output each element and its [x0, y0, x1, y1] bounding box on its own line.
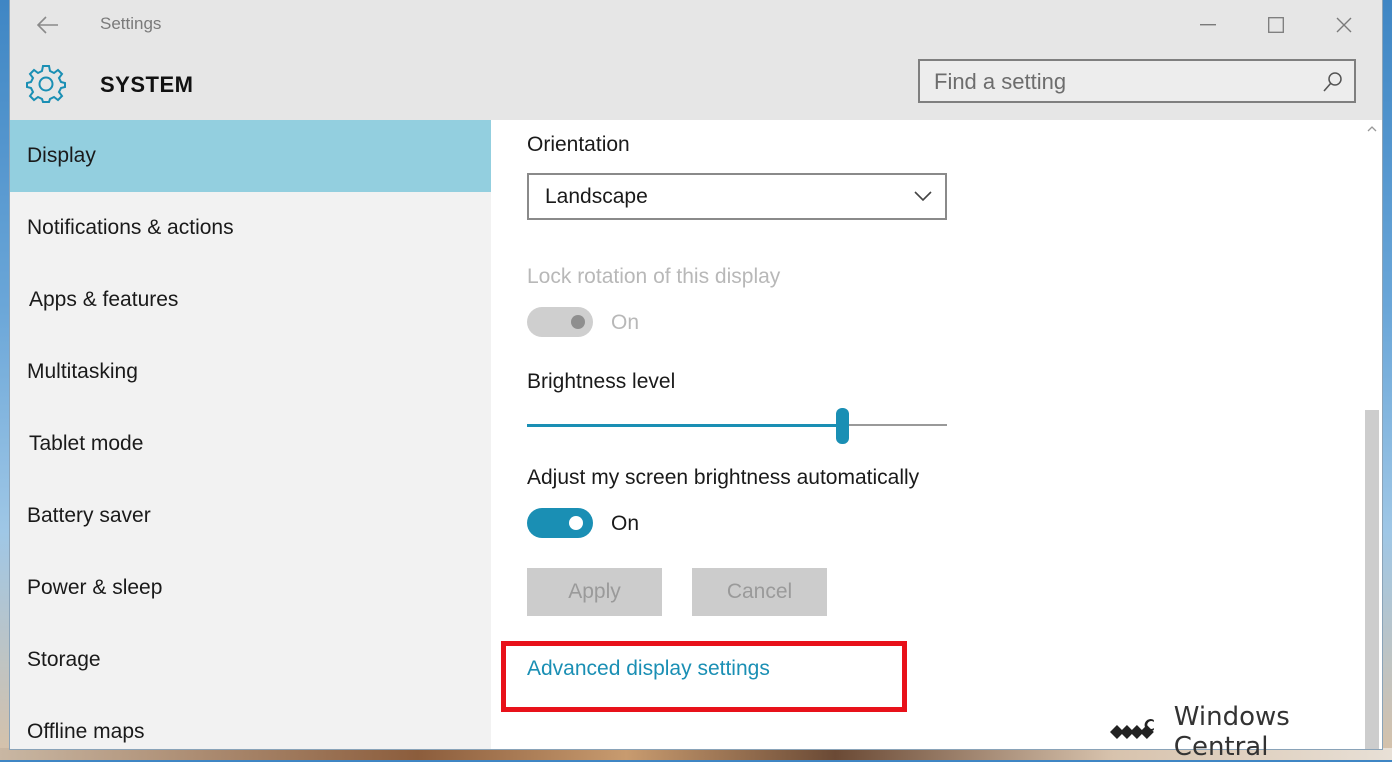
sidebar-item-offline-maps[interactable]: Offline maps	[10, 696, 491, 749]
auto-brightness-state: On	[611, 512, 640, 535]
windows-central-logo-icon	[1110, 719, 1154, 739]
sidebar-item-storage[interactable]: Storage	[10, 624, 491, 696]
sidebar-item-label: Multitasking	[27, 360, 138, 383]
back-button[interactable]	[30, 8, 66, 42]
minimize-icon	[1200, 24, 1216, 26]
toggle-knob	[569, 516, 583, 530]
back-arrow-icon	[37, 16, 58, 34]
watermark-text: Windows Central	[1173, 702, 1290, 762]
close-icon	[1336, 17, 1352, 33]
lock-rotation-label: Lock rotation of this display	[527, 265, 781, 288]
settings-window: Settings SYSTEM Find a setting Display N…	[10, 0, 1382, 749]
page-header: SYSTEM Find a setting	[10, 50, 1382, 120]
search-box[interactable]: Find a setting	[918, 59, 1356, 103]
lock-rotation-state: On	[611, 311, 640, 334]
scrollbar[interactable]	[1363, 120, 1382, 749]
sidebar-item-notifications[interactable]: Notifications & actions	[10, 192, 491, 264]
watermark: Windows Central	[1110, 702, 1392, 762]
lock-rotation-toggle[interactable]	[527, 307, 593, 337]
sidebar-item-label: Battery saver	[27, 504, 151, 527]
brightness-slider-thumb[interactable]	[836, 408, 849, 444]
auto-brightness-toggle[interactable]	[527, 508, 593, 538]
sidebar-item-display[interactable]: Display	[10, 120, 491, 192]
sidebar-item-apps-features[interactable]: Apps & features	[10, 264, 491, 336]
sidebar-item-label: Display	[27, 144, 96, 167]
cancel-button[interactable]: Cancel	[692, 568, 827, 616]
search-icon[interactable]	[1322, 71, 1344, 93]
brightness-slider-fill	[527, 424, 842, 427]
sidebar-item-tablet-mode[interactable]: Tablet mode	[10, 408, 491, 480]
brightness-slider-track[interactable]	[842, 424, 947, 426]
gear-icon	[26, 65, 66, 103]
advanced-display-settings-link[interactable]: Advanced display settings	[527, 657, 770, 681]
toggle-knob	[571, 315, 585, 329]
section-title: SYSTEM	[100, 72, 194, 97]
sidebar-item-label: Apps & features	[29, 288, 179, 311]
search-input[interactable]: Find a setting	[934, 69, 1066, 95]
auto-brightness-label: Adjust my screen brightness automaticall…	[527, 466, 920, 489]
orientation-label: Orientation	[527, 133, 630, 156]
sidebar-item-label: Storage	[27, 648, 101, 671]
sidebar-item-multitasking[interactable]: Multitasking	[10, 336, 491, 408]
sidebar: Display Notifications & actions Apps & f…	[10, 120, 491, 749]
display-settings-panel: Orientation Landscape Lock rotation of t…	[491, 120, 1363, 749]
window-title: Settings	[100, 14, 162, 33]
orientation-value: Landscape	[545, 185, 648, 208]
chevron-down-icon	[914, 191, 932, 202]
orientation-dropdown[interactable]: Landscape	[527, 173, 947, 220]
sidebar-item-power-sleep[interactable]: Power & sleep	[10, 552, 491, 624]
minimize-button[interactable]	[1174, 0, 1242, 50]
brightness-label: Brightness level	[527, 370, 676, 393]
scroll-up-icon[interactable]	[1367, 124, 1377, 134]
sidebar-item-battery-saver[interactable]: Battery saver	[10, 480, 491, 552]
apply-button[interactable]: Apply	[527, 568, 662, 616]
maximize-button[interactable]	[1242, 0, 1310, 50]
title-bar: Settings	[10, 0, 1382, 50]
sidebar-item-label: Notifications & actions	[27, 216, 234, 239]
sidebar-item-label: Power & sleep	[27, 576, 163, 599]
close-button[interactable]	[1310, 0, 1378, 50]
sidebar-item-label: Offline maps	[27, 720, 145, 743]
sidebar-item-label: Tablet mode	[29, 432, 144, 455]
maximize-icon	[1268, 17, 1284, 33]
scrollbar-thumb[interactable]	[1365, 410, 1379, 749]
